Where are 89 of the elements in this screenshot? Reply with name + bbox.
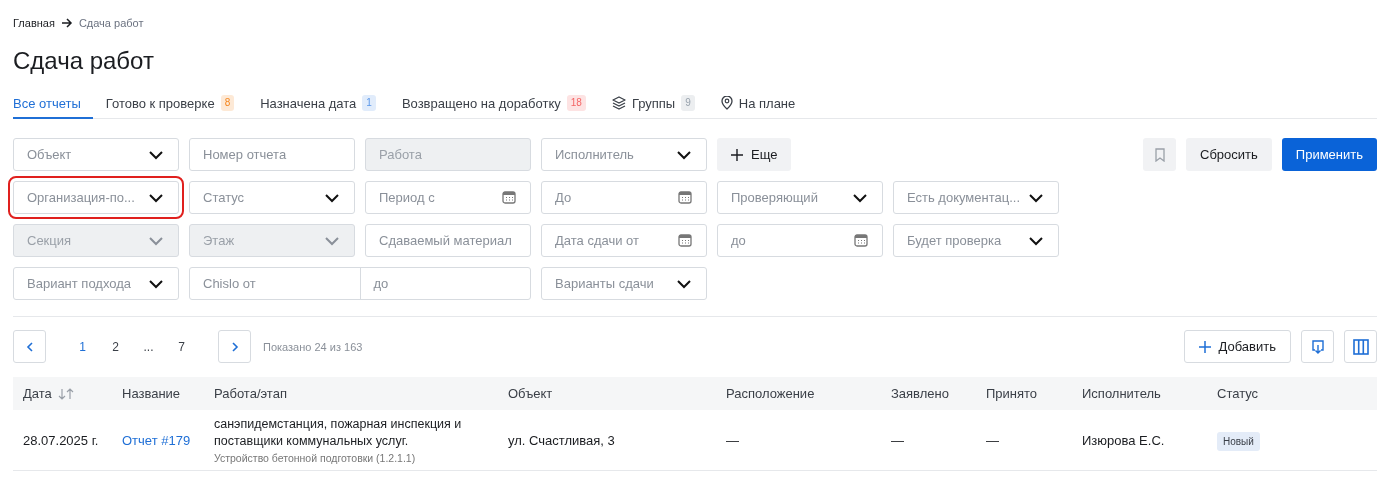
column-header: Дата [23,386,52,401]
bookmark-icon [1154,147,1165,162]
select-field[interactable]: Статус [189,181,355,214]
select-field[interactable]: Исполнитель [541,138,707,171]
chevron-down-icon [148,149,164,160]
chevron-down-icon [676,149,692,160]
table-cell: Изюрова Е.С. [1082,432,1165,448]
select-field[interactable]: Вариант подхода [13,267,179,300]
column-header: Работа/этап [214,386,287,401]
input-field[interactable]: Сдаваемый материал [365,224,531,257]
breadcrumb-current: Сдача работ [78,17,144,29]
tab[interactable]: Назначена дата 1 [247,89,389,119]
column-header: Объект [508,386,553,401]
count-badge: 9 [681,95,695,111]
column-header: Исполнитель [1082,386,1161,401]
page-link[interactable]: ... [132,339,165,354]
calendar-icon [854,234,868,247]
table-cell: 28.07.2025 г. [23,432,99,448]
date-field[interactable]: до [717,224,883,257]
table-cell: — [891,432,904,448]
count-badge: 1 [362,95,376,111]
chevron-left-icon [25,340,34,353]
tab[interactable]: На плане [707,89,809,119]
placeholder-text: Chislo от [202,275,257,293]
tab[interactable]: Возвращено на доработку 18 [388,89,599,119]
page-link[interactable]: 1 [66,339,99,354]
status-badge: Новый [1217,431,1260,451]
date-field[interactable]: Дата сдачи от [541,224,707,257]
arrow-icon [60,18,73,28]
chevron-down-icon [1028,192,1044,203]
apply-button[interactable]: Применить [1281,138,1377,171]
count-badge: 8 [220,95,235,111]
work-title: санэпидемстанция, пожарная инспекция и поставщики коммунальных услуг. [214,416,463,450]
select-field[interactable]: Есть документац... [893,181,1059,214]
more-button[interactable]: Еще [717,138,792,171]
plus-icon [731,148,743,161]
columns-icon [1352,338,1369,355]
count-badge: 18 [566,95,586,111]
table-cell: ул. Счастливая, 3 [508,432,615,448]
calendar-icon [678,191,692,204]
chevron-down-icon [148,278,164,289]
chevron-down-icon [1028,235,1044,246]
next-page-button[interactable] [218,330,251,363]
select-field[interactable]: Варианты сдачи [541,267,707,300]
column-header: Принято [986,386,1038,401]
results-count: Показано 24 из 163 [263,340,363,353]
table-cell: — [726,432,739,448]
add-button[interactable]: Добавить [1183,330,1291,363]
column-header: Статус [1217,386,1259,401]
breadcrumb-link[interactable]: Главная [13,17,55,29]
calendar-icon [678,234,692,247]
page-link[interactable]: 7 [165,339,198,354]
report-link[interactable]: Отчет #179 [122,432,191,448]
range-field[interactable]: Chislo от до [189,267,531,300]
columns-button[interactable] [1344,330,1377,363]
reset-button[interactable]: Сбросить [1186,138,1272,171]
date-field[interactable]: До [541,181,707,214]
download-icon [1310,339,1325,354]
chevron-right-icon [230,340,239,353]
input-field[interactable]: Номер отчета [189,138,355,171]
chevron-down-icon [324,235,340,246]
stage-text: Устройство бетонной подготовки (1.2.1.1) [214,452,417,464]
plus-icon [1198,340,1211,353]
column-header: Заявлено [891,386,949,401]
bookmark-button[interactable] [1143,138,1177,171]
location-pin-icon [720,96,733,110]
page-title: Сдача работ [13,46,155,76]
chevron-down-icon [148,192,164,203]
previous-page-button[interactable] [13,330,46,363]
table-cell: — [986,432,999,448]
column-header: Расположение [726,386,815,401]
chevron-down-icon [852,192,868,203]
sort-icon[interactable] [57,387,74,400]
select-field[interactable]: Проверяющий [717,181,883,214]
layers-icon [611,96,626,110]
tab[interactable]: Все отчеты [13,89,93,119]
chevron-down-icon [148,235,164,246]
download-button[interactable] [1301,330,1334,363]
chevron-down-icon [676,278,692,289]
date-field[interactable]: Период с [365,181,531,214]
column-header: Название [122,386,181,401]
placeholder-text: до [359,268,530,299]
calendar-icon [502,191,516,204]
select-field[interactable]: Будет проверка [893,224,1059,257]
tab[interactable]: Группы 9 [598,89,708,119]
tab[interactable]: Готово к проверке 8 [92,89,248,119]
page-link[interactable]: 2 [99,339,132,354]
select-field[interactable]: Объект [13,138,179,171]
chevron-down-icon [324,192,340,203]
